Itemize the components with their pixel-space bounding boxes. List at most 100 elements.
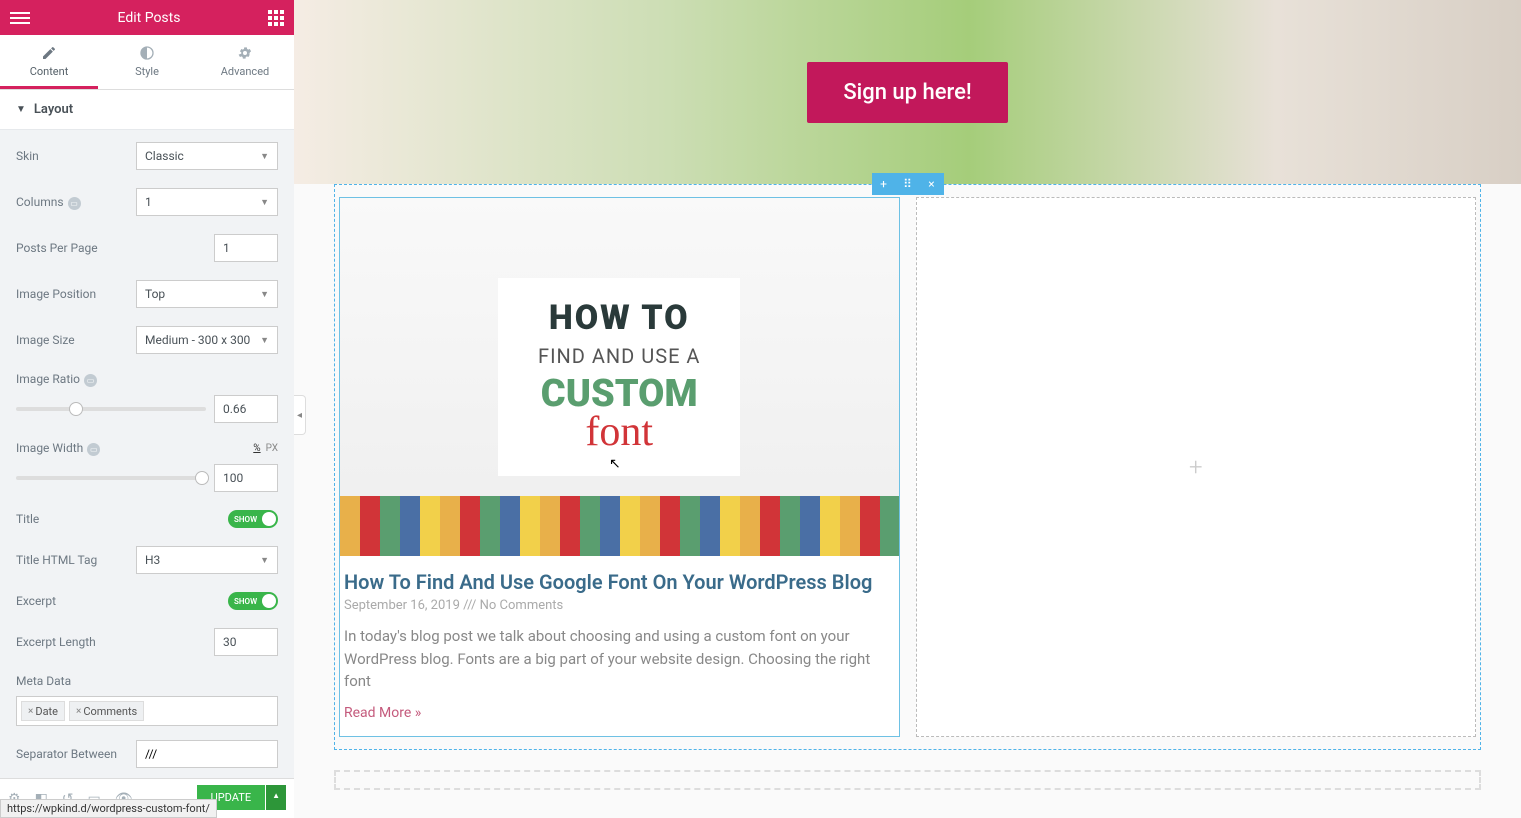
excerpt-label: Excerpt	[16, 594, 228, 608]
gear-icon	[237, 45, 253, 61]
control-excerpt: Excerpt SHOW	[16, 592, 278, 610]
editor-panel: Edit Posts Content Style Advanced ▼ Layo…	[0, 0, 294, 818]
titletag-select[interactable]: H3▼	[136, 546, 278, 574]
panel-title: Edit Posts	[118, 10, 181, 26]
control-title-tag: Title HTML Tag H3▼	[16, 546, 278, 574]
excerptlen-label: Excerpt Length	[16, 635, 214, 649]
pencil-icon	[41, 45, 57, 61]
imgsize-label: Image Size	[16, 333, 136, 347]
posts-section[interactable]: + ⠿ × ▦ ✎ HOW TO FIND AND USE A CUSTOM f…	[334, 184, 1481, 750]
chevron-down-icon: ▼	[260, 151, 269, 162]
panel-tabs: Content Style Advanced	[0, 35, 294, 90]
chevron-down-icon: ▼	[260, 197, 269, 208]
imgwidth-label: Image Width	[16, 441, 83, 455]
excerptlen-input[interactable]	[214, 628, 278, 656]
drag-section-icon[interactable]: ⠿	[896, 173, 920, 195]
metadata-input[interactable]: ×Date ×Comments	[16, 696, 278, 726]
hamburger-icon[interactable]	[10, 9, 30, 27]
tab-content[interactable]: Content	[0, 35, 98, 89]
new-section-placeholder[interactable]	[334, 770, 1481, 790]
skin-label: Skin	[16, 149, 136, 163]
imgratio-label: Image Ratio	[16, 372, 80, 386]
tab-advanced-label: Advanced	[221, 65, 269, 78]
separator-input[interactable]	[136, 740, 278, 768]
imgsize-select[interactable]: Medium - 300 x 300▼	[136, 326, 278, 354]
imgpos-label: Image Position	[16, 287, 136, 301]
caret-down-icon: ▼	[16, 104, 26, 115]
section-handle: + ⠿ ×	[872, 173, 944, 195]
control-columns: Columns▭ 1▼	[16, 188, 278, 216]
collapse-panel-handle[interactable]: ◂	[294, 395, 306, 435]
post-title[interactable]: How To Find And Use Google Font On Your …	[344, 570, 895, 594]
slider-thumb[interactable]	[195, 471, 209, 485]
control-title: Title SHOW	[16, 510, 278, 528]
control-excerpt-length: Excerpt Length	[16, 628, 278, 656]
post-body: How To Find And Use Google Font On Your …	[340, 556, 899, 735]
remove-icon[interactable]: ×	[28, 706, 33, 717]
titletag-label: Title HTML Tag	[16, 553, 136, 567]
control-separator: Separator Between	[16, 740, 278, 768]
control-image-position: Image Position Top▼	[16, 280, 278, 308]
decorative-blocks	[340, 496, 899, 556]
responsive-icon[interactable]: ▭	[87, 443, 100, 456]
columns-select[interactable]: 1▼	[136, 188, 278, 216]
unit-toggle[interactable]: % PX	[253, 443, 278, 454]
control-skin: Skin Classic▼	[16, 142, 278, 170]
imgpos-select[interactable]: Top▼	[136, 280, 278, 308]
read-more-link[interactable]: Read More »	[344, 705, 895, 721]
column-left[interactable]: ▦ ✎ HOW TO FIND AND USE A CUSTOM font ↖	[339, 197, 900, 737]
column-right[interactable]: +	[916, 197, 1477, 737]
imgratio-slider[interactable]	[16, 407, 206, 411]
tab-style[interactable]: Style	[98, 35, 196, 89]
skin-select[interactable]: Classic▼	[136, 142, 278, 170]
ppp-input[interactable]	[214, 234, 278, 262]
section-layout-header[interactable]: ▼ Layout	[0, 90, 294, 130]
chevron-down-icon: ▼	[260, 289, 269, 300]
toggle-knob	[262, 512, 276, 526]
chevron-down-icon: ▼	[260, 555, 269, 566]
metadata-label: Meta Data	[16, 674, 278, 688]
tab-content-label: Content	[30, 65, 69, 78]
post-excerpt: In today's blog post we talk about choos…	[344, 625, 895, 693]
imgwidth-input[interactable]	[214, 464, 278, 492]
img-line1: HOW TO	[538, 298, 700, 338]
contrast-icon	[139, 45, 155, 61]
img-line2: FIND AND USE A	[538, 344, 700, 368]
post-image[interactable]: HOW TO FIND AND USE A CUSTOM font ↖	[340, 198, 899, 556]
section-row: ▦ ✎ HOW TO FIND AND USE A CUSTOM font ↖	[335, 185, 1480, 749]
control-image-ratio: Image Ratio ▭	[16, 372, 278, 423]
control-meta-data: Meta Data ×Date ×Comments	[16, 674, 278, 726]
post-meta: September 16, 2019 /// No Comments	[344, 598, 895, 613]
delete-section-icon[interactable]: ×	[920, 173, 944, 195]
tag-comments[interactable]: ×Comments	[69, 701, 144, 721]
responsive-icon[interactable]: ▭	[68, 197, 81, 210]
responsive-icon[interactable]: ▭	[84, 374, 97, 387]
tag-date[interactable]: ×Date	[21, 701, 65, 721]
tab-style-label: Style	[135, 65, 159, 78]
update-dropdown[interactable]: ▲	[266, 785, 286, 810]
remove-icon[interactable]: ×	[76, 706, 81, 717]
slider-thumb[interactable]	[69, 402, 83, 416]
apps-icon[interactable]	[268, 10, 284, 26]
canvas: ◂ Sign up here! + ⠿ × ▦ ✎ HOW TO FIND AN…	[294, 0, 1521, 818]
hero-section: Sign up here!	[294, 0, 1521, 184]
excerpt-toggle[interactable]: SHOW	[228, 592, 278, 610]
post-widget: HOW TO FIND AND USE A CUSTOM font ↖ How …	[340, 198, 899, 735]
control-image-width: Image Width ▭ % PX	[16, 441, 278, 492]
panel-header: Edit Posts	[0, 0, 294, 35]
ppp-label: Posts Per Page	[16, 241, 214, 255]
columns-label: Columns▭	[16, 195, 136, 210]
chevron-down-icon: ▼	[260, 335, 269, 346]
control-image-size: Image Size Medium - 300 x 300▼	[16, 326, 278, 354]
tab-advanced[interactable]: Advanced	[196, 35, 294, 89]
title-label: Title	[16, 512, 228, 526]
control-posts-per-page: Posts Per Page	[16, 234, 278, 262]
title-toggle[interactable]: SHOW	[228, 510, 278, 528]
section-layout-label: Layout	[34, 102, 73, 117]
add-section-icon[interactable]: +	[872, 173, 896, 195]
status-bar: https://wpkind.d/wordpress-custom-font/	[0, 799, 217, 818]
imgwidth-slider[interactable]	[16, 476, 206, 480]
imgratio-input[interactable]	[214, 395, 278, 423]
add-widget-icon[interactable]: +	[1189, 453, 1203, 481]
signup-button[interactable]: Sign up here!	[807, 62, 1007, 123]
